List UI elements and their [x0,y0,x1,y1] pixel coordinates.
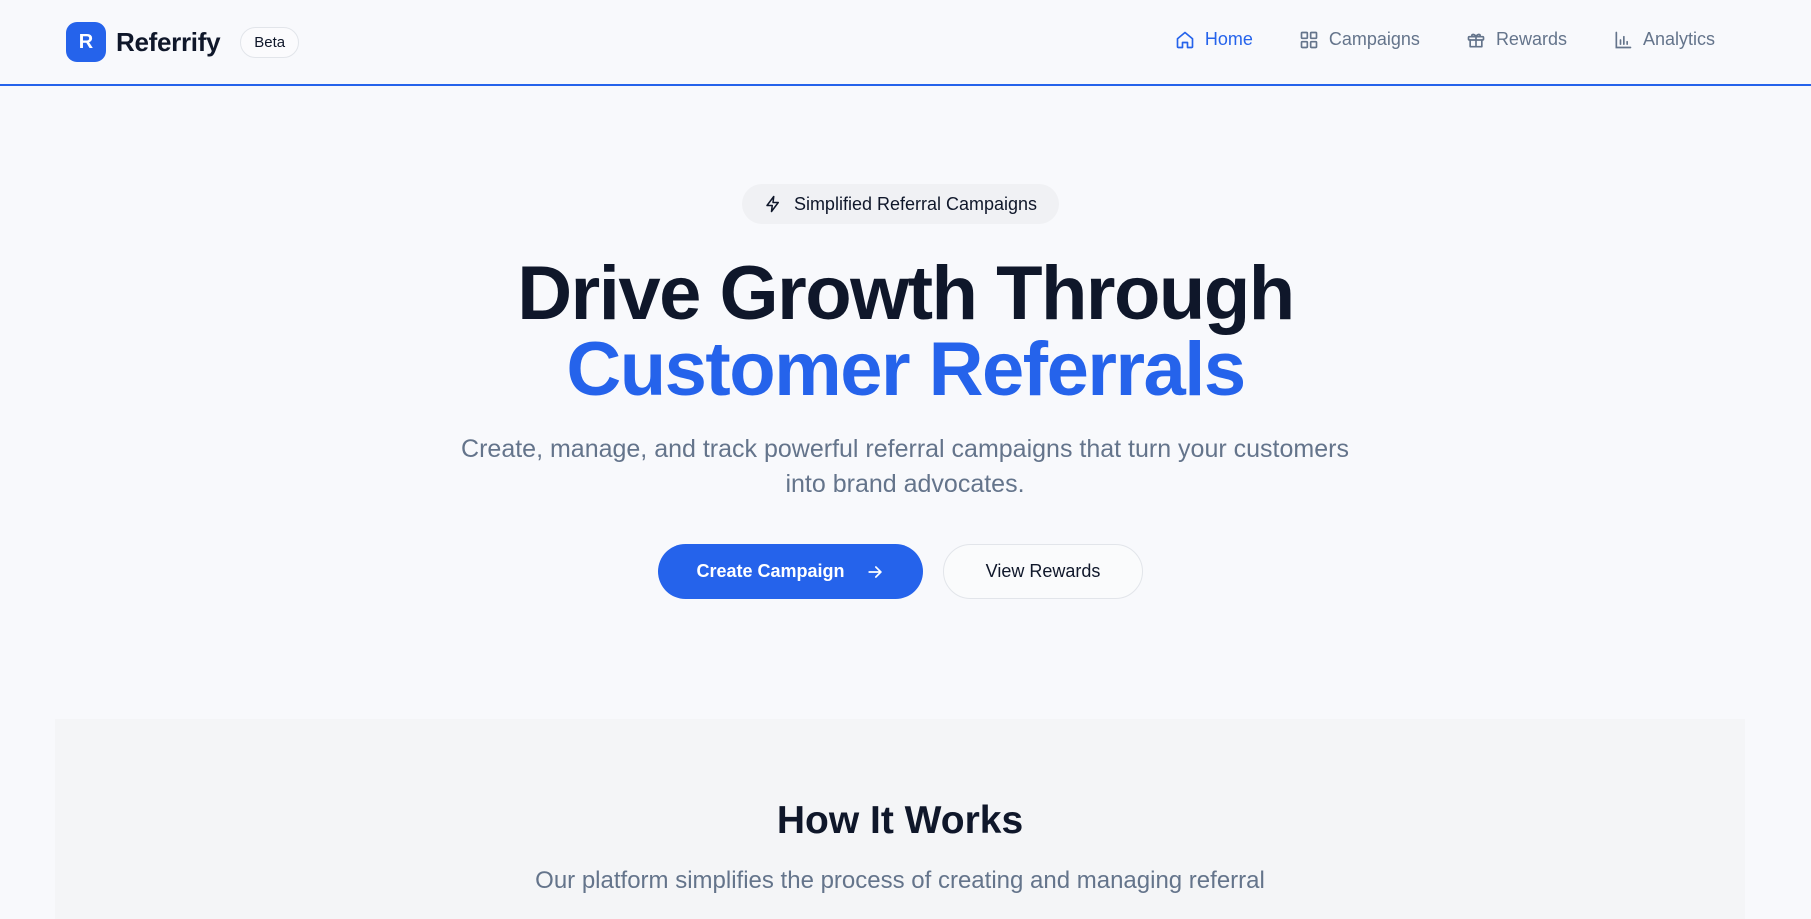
create-campaign-button[interactable]: Create Campaign [658,544,923,599]
nav-item-rewards[interactable]: Rewards [1466,29,1567,50]
nav-item-home[interactable]: Home [1175,29,1253,50]
how-it-works-title: How It Works [776,799,1024,842]
nav-item-analytics[interactable]: Analytics [1613,29,1715,50]
beta-badge: Beta [240,26,300,58]
view-rewards-button[interactable]: View Rewards [943,544,1143,599]
nav-item-label: Analytics [1642,29,1715,49]
home-icon [1175,30,1195,50]
how-it-works-subtitle: Our platform simplifies the process of c… [535,867,1265,894]
top-navbar: R Referrify Beta Home Campaigns Rewards … [0,0,1811,86]
nav-item-label: Rewards [1495,29,1567,49]
feature-pill: Simplified Referral Campaigns [742,184,1059,224]
create-campaign-label: Create Campaign [696,561,845,581]
hero-subtitle: Create, manage, and track powerful refer… [461,435,1349,498]
headline-line-2: Customer Referrals [566,327,1246,412]
feature-pill-label: Simplified Referral Campaigns [793,193,1038,214]
nav-item-label: Campaigns [1328,29,1420,49]
nav-item-label: Home [1204,29,1253,49]
nav-item-campaigns[interactable]: Campaigns [1299,29,1420,50]
bar-chart-icon [1613,30,1633,50]
brand[interactable]: R Referrify Beta [66,22,300,62]
main-nav: Home Campaigns Rewards Analytics [1129,29,1715,50]
arrow-right-icon [865,562,885,582]
gift-icon [1466,30,1486,50]
how-it-works-section: How It Works Our platform simplifies the… [55,719,1745,919]
grid-icon [1299,30,1319,50]
view-rewards-label: View Rewards [985,561,1101,581]
headline-line-1: Drive Growth Through [517,251,1295,336]
lightning-icon [764,195,782,213]
logo-mark: R [66,22,106,62]
brand-name: Referrify [116,26,221,57]
